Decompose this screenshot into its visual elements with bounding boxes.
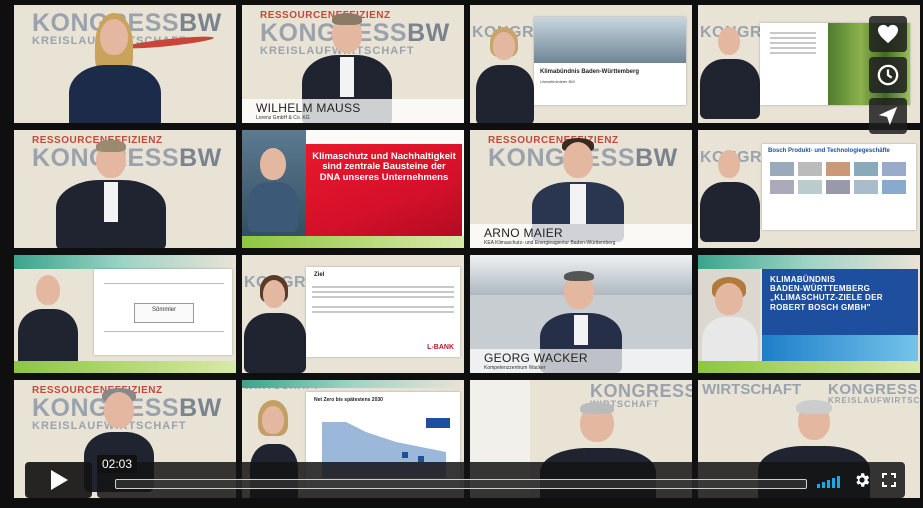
congress-banner: WIRTSCHAFT (702, 381, 802, 398)
tile-remote-speaker-bosch-title: KLIMABÜNDNIS BADEN-WÜRTTEMBERG „KLIMASCH… (698, 255, 920, 373)
fullscreen-button[interactable] (881, 472, 897, 493)
play-icon (50, 470, 68, 490)
presentation-slide: Ziel L-BANK (306, 267, 460, 357)
gear-icon (856, 473, 870, 487)
video-mosaic: KONGRESSBW KREISLAUFWIRTSCHAFT RESSOURCE… (14, 5, 920, 503)
side-action-bar (869, 16, 909, 139)
tile-speaker-org-chart: Sömmler (14, 255, 236, 373)
tile-speaker-maier: RESSOURCENEFFIZIENZ KONGRESSBW ARNO MAIE… (470, 130, 692, 248)
tile-speaker-bosch-slide: KONGRESS Bosch Produkt- und Technologieg… (698, 130, 920, 248)
tile-speaker-lbank-slide: KONGRESS Ziel L-BANK (242, 255, 464, 373)
progress-track[interactable] (115, 479, 807, 489)
speaker-affiliation: Kompetenzzentrum Wacker (484, 365, 546, 371)
player-controls: 02:03 (25, 455, 905, 498)
speaker-name: WILHELM MAUSS (256, 101, 361, 115)
tile-speaker-with-slide: KONGRESS Klimabündnis Baden-Württemberg … (470, 5, 692, 123)
name-lower-third: ARNO MAIER KEA Klimaschutz- und Energiea… (470, 224, 692, 248)
settings-button[interactable] (853, 471, 871, 494)
clock-icon (877, 64, 899, 86)
congress-banner: KONGRESS KREISLAUFWIRTSCHAFT (828, 381, 920, 405)
presentation-slide: Sömmler (94, 269, 232, 355)
tile-remote-speaker-red-slide: Klimaschutz und Nachhaltigkeit sind zent… (242, 130, 464, 248)
presentation-slide: KLIMABÜNDNIS BADEN-WÜRTTEMBERG „KLIMASCH… (762, 269, 918, 361)
name-lower-third: WILHELM MAUSS Lorenz GmbH & Co. KG (242, 99, 464, 123)
speaker-affiliation: KEA Klimaschutz- und Energieagentur Bade… (484, 240, 616, 246)
play-button[interactable] (25, 462, 92, 498)
speaker-name: ARNO MAIER (484, 226, 564, 240)
tile-remote-speaker-wacker: GEORG WACKER Kompetenzzentrum Wacker (470, 255, 692, 373)
share-button[interactable] (869, 98, 907, 134)
tile-speaker-podium-2: RESSOURCENEFFIZIENZ KONGRESSBW (14, 130, 236, 248)
like-button[interactable] (869, 16, 907, 52)
name-lower-third: GEORG WACKER Kompetenzzentrum Wacker (470, 349, 692, 373)
volume-control[interactable] (817, 472, 840, 488)
presentation-slide: Klimabündnis Baden-Württemberg Umweltmin… (534, 17, 686, 105)
presentation-slide: Klimaschutz und Nachhaltigkeit sind zent… (306, 144, 462, 236)
speaker-affiliation: Lorenz GmbH & Co. KG (256, 115, 310, 121)
video-player[interactable]: KONGRESSBW KREISLAUFWIRTSCHAFT RESSOURCE… (0, 0, 923, 508)
congress-banner: RESSOURCENEFFIZIENZ KONGRESSBW (32, 135, 222, 172)
tile-speaker-mauss: RESSOURCENEFFIZIENZ KONGRESSBW KREISLAUF… (242, 5, 464, 123)
watch-later-button[interactable] (869, 57, 907, 93)
send-icon (878, 106, 898, 126)
speaker-name: GEORG WACKER (484, 351, 588, 365)
presentation-slide: Bosch Produkt- und Technologiegeschäfte (762, 144, 916, 230)
fullscreen-icon (882, 473, 896, 487)
tile-speaker-woman-podium: KONGRESSBW KREISLAUFWIRTSCHAFT (14, 5, 236, 123)
heart-icon (878, 24, 898, 44)
progress-bar-container (97, 462, 905, 498)
current-time: 02:03 (97, 455, 138, 473)
